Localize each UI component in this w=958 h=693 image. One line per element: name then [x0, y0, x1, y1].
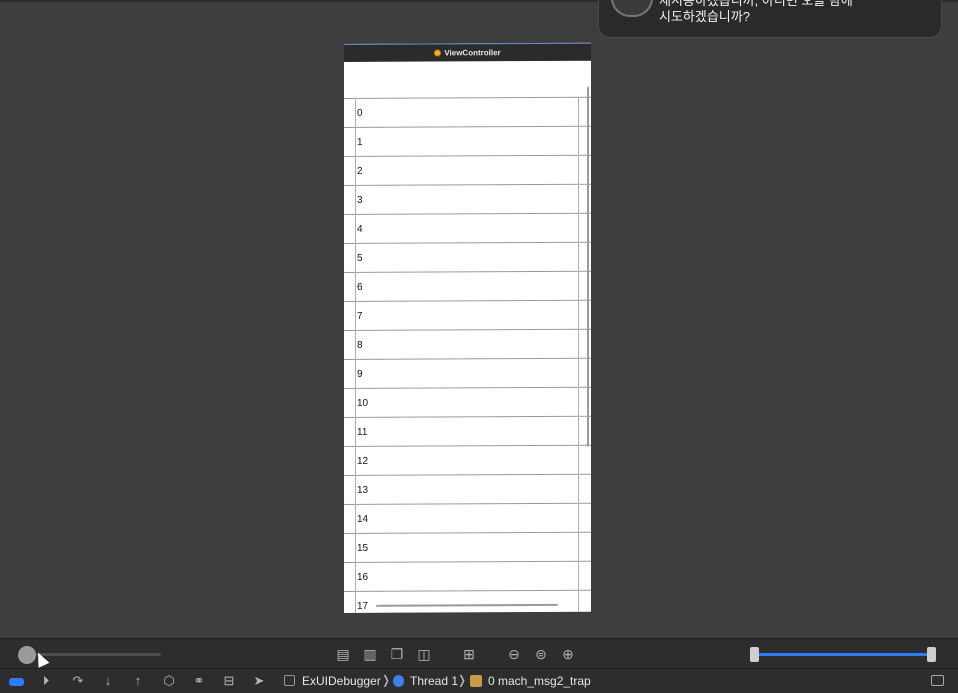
table-row[interactable]: 14 — [344, 502, 591, 533]
table-row-label: 13 — [357, 484, 369, 496]
table-row-label: 3 — [357, 194, 363, 206]
view-debugger-toolbar: ▤ ▥ ❐ ◫ ⊞ ⊖ ⊜ ⊕ — [0, 638, 958, 669]
table-row[interactable]: 17 — [344, 589, 591, 613]
table-row-label: 7 — [357, 310, 363, 322]
toggle-debug-area-icon[interactable] — [931, 675, 944, 686]
table-row[interactable]: 11 — [344, 415, 591, 446]
table-row-label: 17 — [357, 600, 369, 612]
table-row-label: 2 — [357, 165, 363, 177]
table-row-label: 1 — [357, 136, 363, 148]
table-row-label: 16 — [357, 571, 369, 583]
vertical-scroll-indicator[interactable] — [587, 86, 589, 447]
table-row[interactable]: 16 — [344, 560, 591, 591]
breadcrumb-thread[interactable]: Thread 1 — [410, 674, 458, 688]
stack-frame-icon — [470, 675, 482, 687]
breadcrumb-separator-icon: ❭ — [457, 673, 468, 687]
table-row[interactable]: 6 — [344, 270, 591, 301]
cell-right-margin-line — [578, 96, 579, 612]
spacing-slider-track[interactable] — [36, 653, 161, 656]
breadcrumb-app[interactable]: ExUIDebugger — [302, 674, 381, 688]
table-row-label: 4 — [357, 223, 363, 235]
breadcrumb-frame[interactable]: 0 mach_msg2_trap — [488, 674, 591, 688]
table-row[interactable]: 0 — [344, 96, 591, 127]
step-into-icon[interactable]: ↓ — [100, 673, 116, 689]
table-row-label: 15 — [357, 542, 369, 554]
table-row[interactable]: 15 — [344, 531, 591, 562]
view-controller-title-bar: ViewController — [344, 42, 591, 62]
view-debugger-canvas: 재시동하겠습니까, 아니면 오늘 밤에 시도하겠습니까? ViewControl… — [0, 0, 958, 638]
zoom-actual-icon[interactable]: ⊜ — [533, 646, 549, 662]
notification-text: 재시동하겠습니까, 아니면 오늘 밤에 시도하겠습니까? — [659, 0, 919, 25]
table-row-label: 6 — [357, 281, 363, 293]
step-over-icon[interactable]: ↷ — [70, 673, 86, 689]
continue-icon[interactable]: ⏵ — [38, 673, 54, 689]
table-row[interactable]: 4 — [344, 212, 591, 243]
table-row[interactable]: 9 — [344, 357, 591, 388]
environment-overrides-icon[interactable]: ⊟ — [221, 673, 237, 689]
table-row[interactable]: 1 — [344, 125, 591, 156]
table-row[interactable]: 7 — [344, 299, 591, 330]
thread-icon — [393, 675, 404, 687]
range-slider-low-handle[interactable] — [750, 647, 759, 662]
table-view[interactable]: 0 1 2 3 4 5 6 7 8 9 10 11 12 13 14 15 16 17 — [344, 96, 591, 613]
table-row[interactable]: 12 — [344, 444, 591, 475]
change-canvas-icon[interactable]: ❐ — [389, 646, 405, 662]
simulate-location-icon[interactable]: ➤ — [251, 673, 267, 689]
table-row-label: 5 — [357, 252, 363, 264]
range-slider-high-handle[interactable] — [927, 647, 936, 662]
table-row-label: 14 — [357, 513, 369, 525]
table-row[interactable]: 10 — [344, 386, 591, 417]
table-row-label: 9 — [357, 368, 363, 380]
table-row-label: 10 — [357, 397, 369, 409]
breakpoints-toggle-icon[interactable] — [9, 678, 24, 686]
table-row[interactable]: 8 — [344, 328, 591, 359]
show-constraints-icon[interactable]: ▥ — [362, 646, 378, 662]
step-out-icon[interactable]: ↑ — [130, 673, 146, 689]
table-row-label: 11 — [357, 426, 368, 438]
table-row[interactable]: 13 — [344, 473, 591, 504]
cell-left-margin-line — [355, 97, 356, 613]
table-row[interactable]: 2 — [344, 154, 591, 185]
notification-line-1: 재시동하겠습니까, 아니면 오늘 밤에 — [659, 0, 853, 8]
table-row-label: 12 — [357, 455, 369, 467]
breadcrumb-separator-icon: ❭ — [381, 673, 392, 687]
notification-banner[interactable]: 재시동하겠습니까, 아니면 오늘 밤에 시도하겠습니까? — [598, 0, 942, 38]
zoom-out-icon[interactable]: ⊖ — [506, 646, 522, 662]
settings-gear-icon — [611, 0, 653, 17]
range-slider-track[interactable] — [754, 653, 932, 656]
debug-bar: ⏵ ↷ ↓ ↑ ⬡ ⚭ ⊟ ➤ ExUIDebugger ❭ Thread 1 … — [0, 668, 958, 693]
table-row[interactable]: 3 — [344, 183, 591, 214]
view-controller-icon — [434, 49, 442, 57]
app-target-icon — [284, 675, 295, 686]
debug-view-hierarchy-icon[interactable]: ⬡ — [161, 673, 177, 689]
zoom-in-icon[interactable]: ⊕ — [560, 646, 576, 662]
notification-line-2: 시도하겠습니까? — [659, 9, 750, 24]
orient-grid-icon[interactable]: ⊞ — [461, 646, 477, 662]
table-row-label: 0 — [357, 107, 363, 119]
show-clipped-icon[interactable]: ▤ — [335, 646, 351, 662]
table-row[interactable]: 5 — [344, 241, 591, 272]
memory-graph-icon[interactable]: ⚭ — [191, 673, 207, 689]
view-controller-wireframe[interactable]: ViewController 0 1 2 3 4 5 6 7 8 9 10 11 12 13 14 15 16 1… — [344, 42, 591, 613]
table-row-label: 8 — [357, 339, 363, 351]
wireframe-icon[interactable]: ◫ — [416, 646, 432, 662]
view-controller-title: ViewController — [444, 48, 501, 58]
